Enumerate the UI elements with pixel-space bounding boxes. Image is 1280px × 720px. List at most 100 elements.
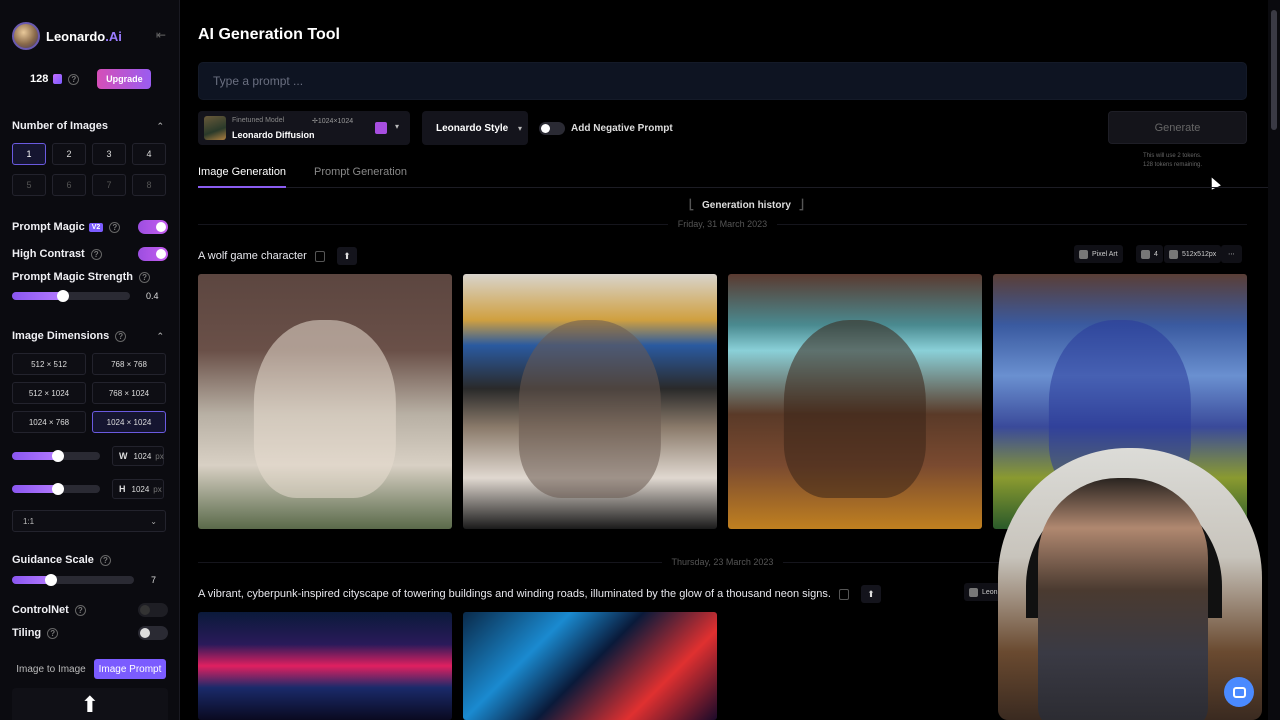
generated-image[interactable] (463, 274, 717, 529)
upload-icon: ⬆ (80, 692, 100, 717)
generated-image[interactable] (463, 612, 717, 720)
info-icon[interactable]: ? (47, 627, 59, 639)
model-badge-icon (375, 122, 387, 134)
images-icon (1141, 249, 1150, 259)
chat-icon (1232, 686, 1246, 698)
token-icon (53, 74, 63, 84)
width-slider[interactable] (12, 450, 100, 462)
dimension-768x1024[interactable]: 768 × 1024 (92, 382, 166, 404)
tokens-row: 128 ? Upgrade (12, 67, 170, 91)
copy-icon[interactable] (314, 250, 325, 262)
model-select[interactable]: Finetuned Model ✢1024×1024 Leonardo Diff… (198, 111, 410, 145)
chevron-down-icon: ▾ (517, 123, 522, 133)
generation-history-title: ⎣ Generation history ⎦ (689, 200, 804, 211)
upgrade-button[interactable]: Upgrade (97, 69, 152, 89)
height-slider[interactable] (12, 483, 100, 495)
copy-icon[interactable] (838, 588, 849, 600)
prompt-magic-toggle[interactable] (138, 220, 168, 234)
logo[interactable]: Leonardo.Ai ⇤ (12, 22, 170, 50)
dimension-1024x768[interactable]: 1024 × 768 (12, 411, 86, 433)
model-tag: Finetuned Model (232, 117, 285, 124)
aspect-ratio-select[interactable]: 1:1 ⌄ (12, 510, 166, 532)
collapse-sidebar-icon[interactable]: ⇤ (156, 28, 166, 42)
logo-avatar (12, 22, 40, 50)
chat-support-button[interactable] (1224, 677, 1254, 707)
tab-image-generation[interactable]: Image Generation (198, 166, 287, 188)
page-title: AI Generation Tool (198, 26, 340, 43)
height-field[interactable]: H 1024 px (112, 479, 164, 499)
model-thumbnail (204, 116, 226, 140)
presenter (1038, 478, 1208, 720)
info-icon[interactable]: ? (109, 221, 121, 233)
num-images-6[interactable]: 6 (52, 174, 86, 196)
info-icon[interactable]: ? (74, 604, 86, 616)
reuse-prompt-button[interactable]: ⬆ (336, 247, 357, 265)
num-images-2[interactable]: 2 (52, 143, 86, 165)
style-select[interactable]: Leonardo Style ▾ (422, 111, 528, 145)
dimensions-icon (1169, 249, 1178, 259)
dimension-1024x1024[interactable]: 1024 × 1024 (92, 411, 166, 433)
model-name: Leonardo Diffusion (232, 130, 315, 140)
chevron-up-icon[interactable]: ⌃ (156, 121, 164, 132)
num-images-7[interactable]: 7 (92, 174, 126, 196)
info-icon[interactable]: ? (115, 330, 127, 342)
dimension-768x768[interactable]: 768 × 768 (92, 353, 166, 375)
num-images-5[interactable]: 5 (12, 174, 46, 196)
generated-image[interactable] (198, 612, 452, 720)
tiling-toggle[interactable] (138, 626, 168, 640)
chevron-down-icon: ⌄ (150, 516, 157, 526)
chevron-down-icon: ▾ (395, 122, 400, 131)
image-to-image-tab[interactable]: Image to Image (12, 659, 90, 679)
dimension-512x512[interactable]: 512 × 512 (12, 353, 86, 375)
image-dimensions-title[interactable]: Image Dimensions ? ⌃ (12, 330, 168, 342)
generate-button[interactable]: Generate (1108, 111, 1247, 144)
image-prompt-tab[interactable]: Image Prompt (94, 659, 166, 679)
more-options-button[interactable]: ⋯ (1221, 245, 1242, 263)
style-chip: Pixel Art (1074, 245, 1123, 263)
width-field[interactable]: W 1024 px (112, 446, 164, 466)
high-contrast-row: High Contrast ? (12, 246, 168, 262)
scrollbar[interactable] (1268, 0, 1280, 720)
negative-prompt-row: Add Negative Prompt (539, 121, 673, 135)
model-icon (969, 587, 978, 597)
v2-badge: V2 (88, 222, 104, 232)
info-icon[interactable]: ? (68, 73, 80, 85)
count-chip: 4 (1136, 245, 1163, 263)
token-balance: 128 ? (12, 67, 87, 91)
app-name: Leonardo.Ai (46, 28, 122, 44)
generation-prompt: A wolf game character ⬆ (198, 247, 357, 265)
size-chip: 512x512px (1164, 245, 1222, 263)
num-images-4[interactable]: 4 (132, 143, 166, 165)
generation-prompt: A vibrant, cyberpunk-inspired cityscape … (198, 585, 881, 603)
prompt-input[interactable] (198, 62, 1247, 100)
model-chip: Leon (964, 583, 1003, 601)
prompt-magic-strength-label: Prompt Magic Strength ? (12, 271, 151, 283)
generated-image[interactable] (728, 274, 982, 529)
scrollbar-thumb[interactable] (1271, 10, 1277, 130)
tab-prompt-generation[interactable]: Prompt Generation (314, 166, 407, 188)
guidance-scale-label: Guidance Scale ? (12, 554, 111, 566)
info-icon[interactable]: ? (99, 554, 111, 566)
image-upload-area[interactable]: ⬆ (12, 688, 168, 720)
high-contrast-toggle[interactable] (138, 247, 168, 261)
info-icon[interactable]: ? (90, 248, 102, 260)
date-divider: Friday, 31 March 2023 (198, 218, 1247, 230)
dimension-512x1024[interactable]: 512 × 1024 (12, 382, 86, 404)
info-icon[interactable]: ? (139, 271, 151, 283)
guidance-scale-slider[interactable] (12, 574, 134, 586)
chevron-up-icon[interactable]: ⌃ (156, 331, 164, 342)
prompt-magic-row: Prompt Magic V2 ? (12, 219, 168, 235)
prompt-magic-strength-value: 0.4 (146, 291, 159, 301)
generated-image[interactable] (198, 274, 452, 529)
num-images-3[interactable]: 3 (92, 143, 126, 165)
sidebar: Leonardo.Ai ⇤ 128 ? Upgrade Number of Im… (0, 0, 180, 720)
prompt-magic-strength-slider[interactable] (12, 290, 130, 302)
negative-prompt-toggle[interactable] (539, 121, 565, 135)
controlnet-toggle[interactable] (138, 603, 168, 617)
guidance-scale-value: 7 (151, 575, 157, 585)
number-of-images-title[interactable]: Number of Images ⌃ (12, 120, 168, 132)
num-images-1[interactable]: 1 (12, 143, 46, 165)
reuse-prompt-button[interactable]: ⬆ (860, 585, 881, 603)
generation-tabs: Image Generation Prompt Generation (198, 166, 1268, 188)
num-images-8[interactable]: 8 (132, 174, 166, 196)
